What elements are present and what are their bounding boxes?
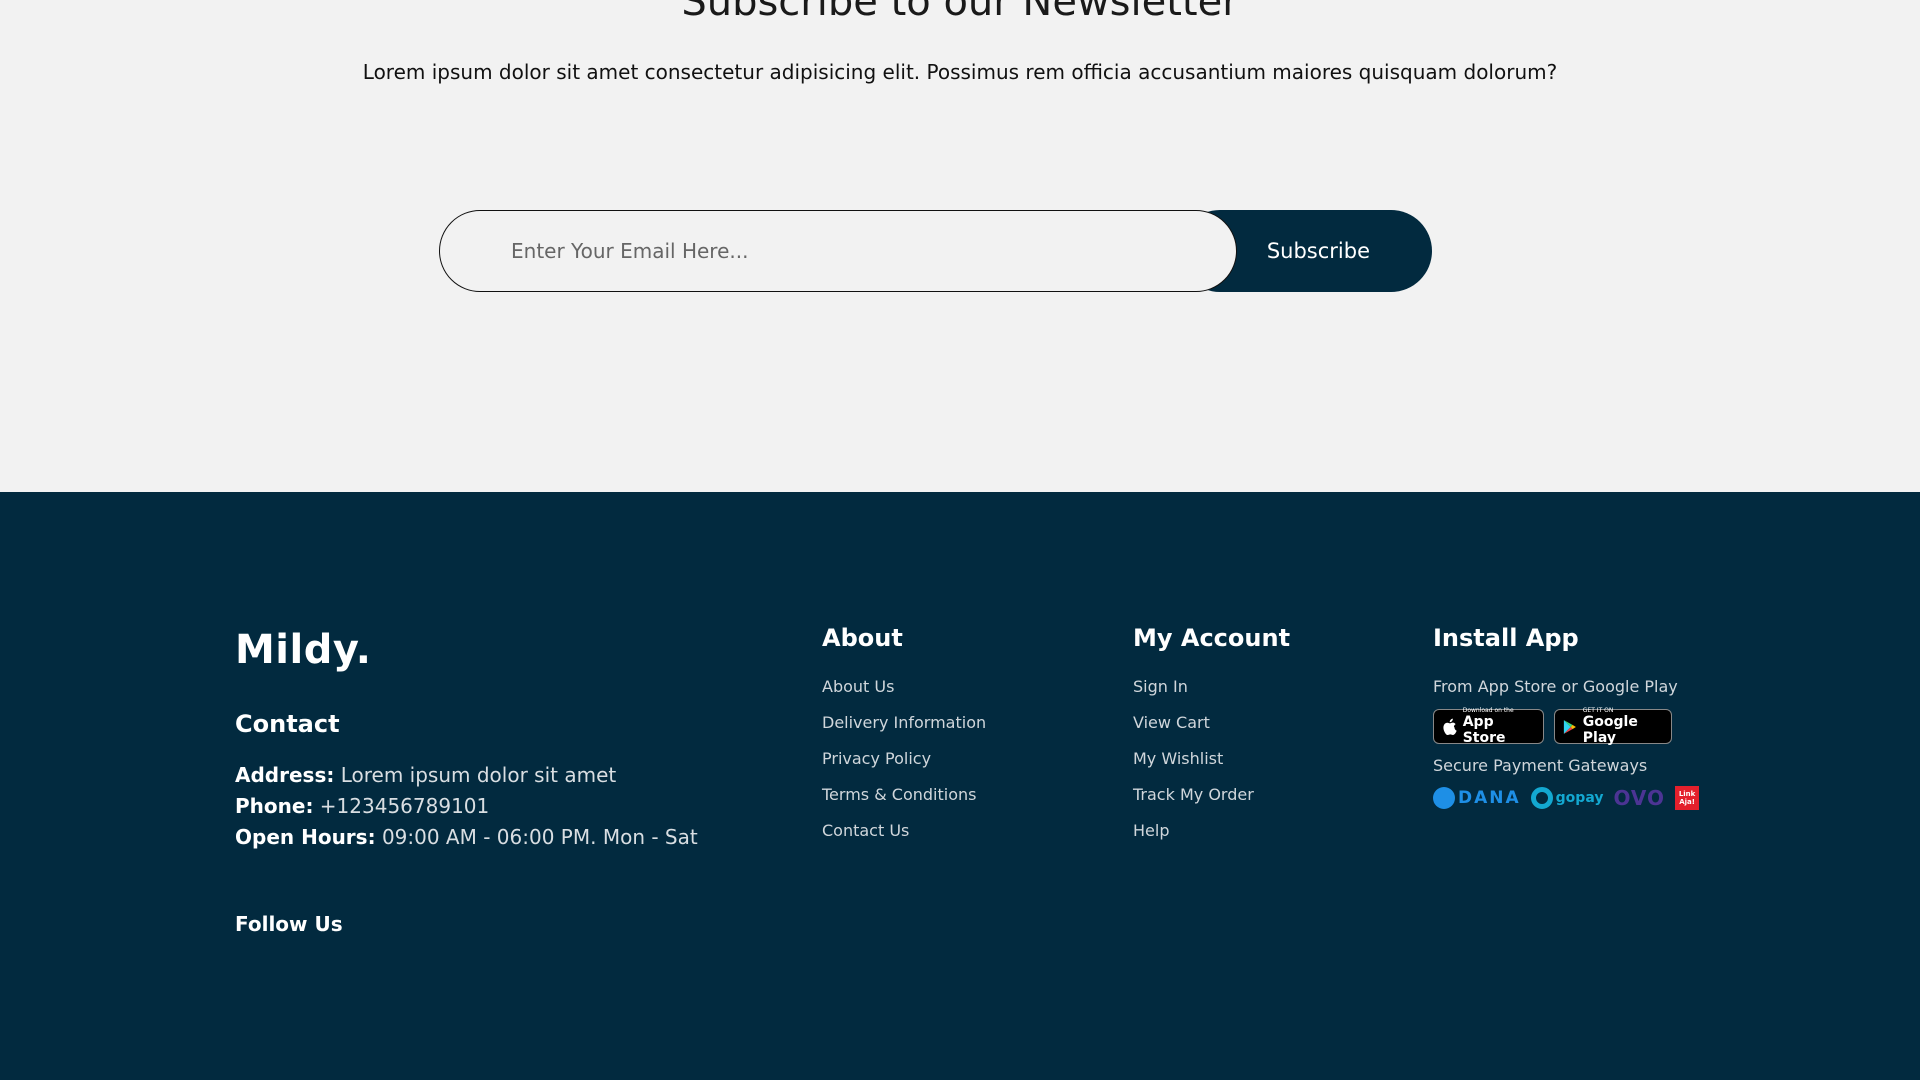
footer-link-delivery-information[interactable]: Delivery Information [822,713,986,733]
dana-text: DANA [1458,788,1521,808]
follow-us-heading: Follow Us [235,912,343,936]
hours-value: 09:00 AM - 06:00 PM. Mon - Sat [381,825,698,849]
contact-address: Address: Lorem ipsum dolor sit amet [235,760,698,791]
install-app-column: Install App From App Store or Google Pla… [1433,623,1700,810]
app-store-badge[interactable]: Download on the App Store [1433,707,1544,746]
footer-link-contact-us[interactable]: Contact Us [822,821,986,841]
footer-link-sign-in[interactable]: Sign In [1133,677,1290,697]
account-heading: My Account [1133,624,1291,652]
site-footer: Mildy. Contact Address: Lorem ipsum dolo… [0,492,1920,1080]
contact-heading: Contact [235,710,340,738]
app-store-text: Download on the App Store [1463,707,1535,746]
gopay-logo: gopay [1530,787,1604,809]
contact-hours: Open Hours: 09:00 AM - 06:00 PM. Mon - S… [235,822,698,853]
footer-link-terms-conditions[interactable]: Terms & Conditions [822,785,986,805]
phone-label: Phone: [235,794,314,818]
email-input[interactable] [439,210,1237,292]
contact-details: Address: Lorem ipsum dolor sit amet Phon… [235,760,698,853]
gopay-icon [1530,787,1553,809]
install-app-heading: Install App [1433,624,1579,652]
about-column: About About Us Delivery Information Priv… [822,623,986,857]
phone-value: +123456789101 [319,794,490,818]
google-play-badge[interactable]: GET IT ON Google Play [1554,707,1672,746]
footer-link-my-wishlist[interactable]: My Wishlist [1133,749,1290,769]
payment-logos: DANA gopay OVO Link Aja! [1433,786,1700,810]
gopay-text: gopay [1555,790,1604,806]
newsletter-description: Lorem ipsum dolor sit amet consectetur a… [362,60,1558,84]
install-app-subtitle: From App Store or Google Play [1433,677,1678,696]
footer-link-view-cart[interactable]: View Cart [1133,713,1290,733]
google-play-icon [1563,719,1576,734]
google-play-small-text: GET IT ON [1582,707,1614,714]
brand-logo[interactable]: Mildy. [235,626,371,674]
store-badges: Download on the App Store GET IT ON Goog… [1433,707,1699,746]
google-play-big-text: Google Play [1582,714,1638,746]
address-label: Address: [235,763,335,787]
about-heading: About [822,624,903,652]
dana-icon [1433,787,1455,809]
contact-phone: Phone: +123456789101 [235,791,698,822]
footer-link-about-us[interactable]: About Us [822,677,986,697]
footer-link-privacy-policy[interactable]: Privacy Policy [822,749,986,769]
hours-label: Open Hours: [235,825,376,849]
ovo-logo: OVO [1613,786,1666,810]
linkaja-logo: Link Aja! [1675,786,1700,810]
apple-icon [1443,718,1457,735]
newsletter-section: Subscribe to our Newsletter Lorem ipsum … [0,0,1920,492]
footer-link-track-my-order[interactable]: Track My Order [1133,785,1290,805]
dana-logo: DANA [1433,787,1521,809]
footer-link-help[interactable]: Help [1133,821,1290,841]
newsletter-form: Subscribe [439,210,1432,292]
app-store-small-text: Download on the [1462,707,1514,714]
newsletter-title: Subscribe to our Newsletter [681,0,1239,25]
google-play-text: GET IT ON Google Play [1583,707,1663,746]
payment-gateways-heading: Secure Payment Gateways [1433,756,1648,775]
app-store-big-text: App Store [1462,714,1506,746]
address-value: Lorem ipsum dolor sit amet [340,763,617,787]
account-column: My Account Sign In View Cart My Wishlist… [1133,623,1290,857]
